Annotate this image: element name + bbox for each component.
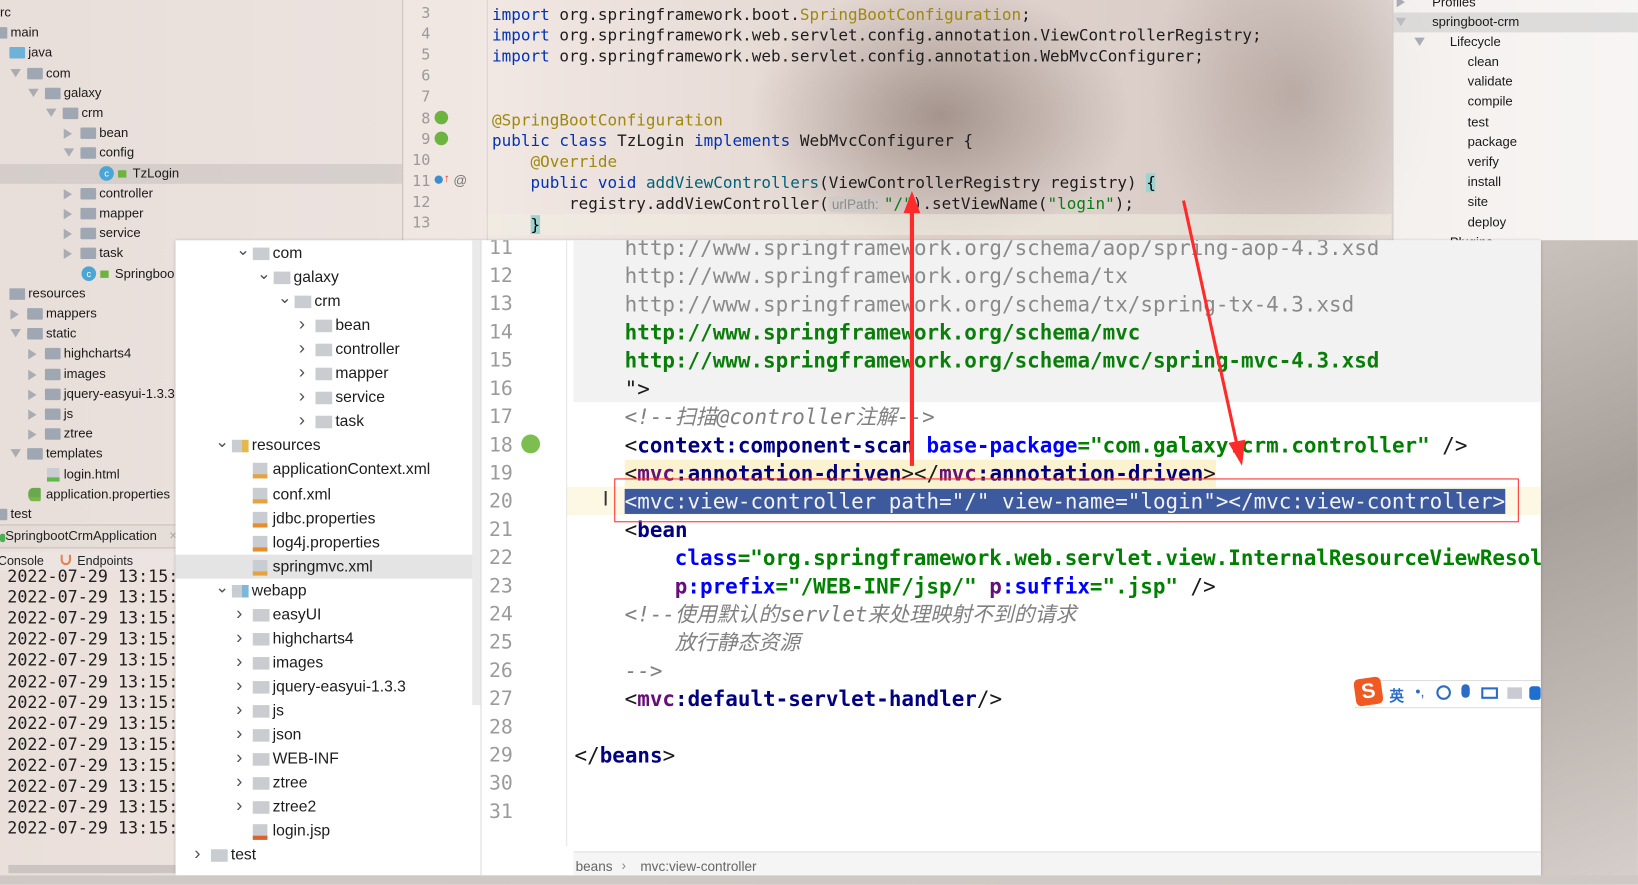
arrow-down-head — [1228, 439, 1246, 466]
arrow-down-line — [1182, 200, 1239, 445]
annotation-arrows — [903, 191, 1246, 466]
arrow-up-head — [903, 191, 921, 214]
screen: rc main java com galaxy crm bean config c TzLogin… — [0, 0, 1638, 885]
